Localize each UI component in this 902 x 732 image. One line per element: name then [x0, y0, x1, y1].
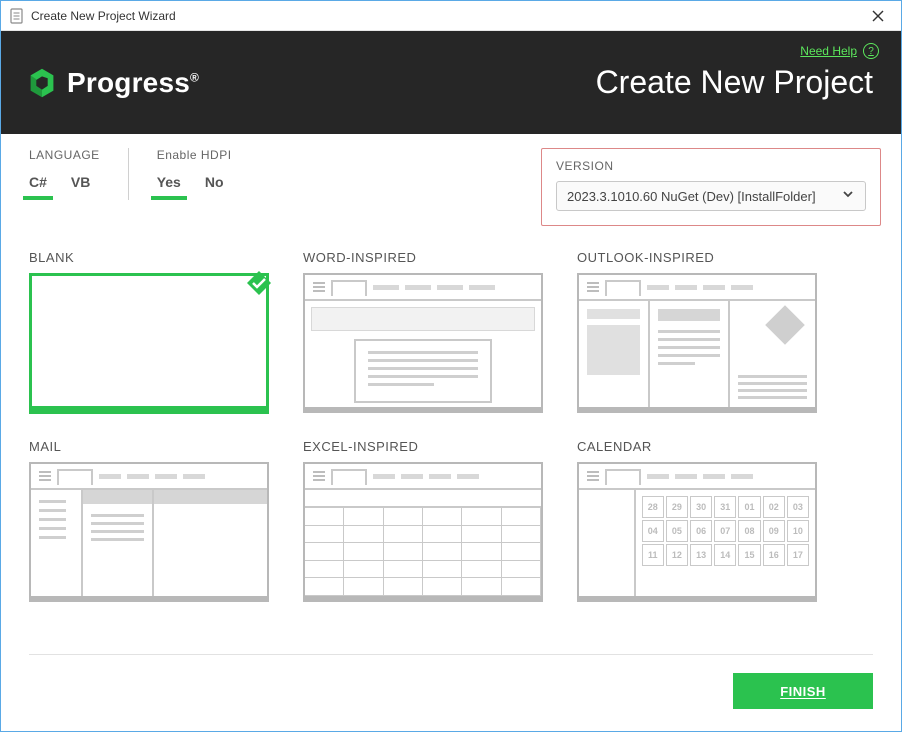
hdpi-choice-yes[interactable]: Yes	[157, 174, 181, 196]
calendar-day: 04	[642, 520, 664, 542]
hdpi-label: Enable HDPI	[157, 148, 232, 162]
help-icon: ?	[863, 43, 879, 59]
template-card-calendar[interactable]: 28 29 30 31 01 02 03 04 05 06 07 08 09 1…	[577, 462, 817, 598]
calendar-day: 08	[738, 520, 760, 542]
calendar-day: 15	[738, 544, 760, 566]
calendar-day: 07	[714, 520, 736, 542]
calendar-day: 13	[690, 544, 712, 566]
template-title: MAIL	[29, 439, 269, 454]
hdpi-choice-no[interactable]: No	[205, 174, 224, 196]
divider	[128, 148, 129, 200]
calendar-day: 31	[714, 496, 736, 518]
template-title: CALENDAR	[577, 439, 817, 454]
template-card-outlook[interactable]	[577, 273, 817, 409]
brand-name: Progress®	[67, 67, 199, 99]
language-choice-csharp[interactable]: C#	[29, 174, 47, 196]
version-group: VERSION 2023.3.1010.60 NuGet (Dev) [Inst…	[541, 148, 881, 226]
template-title: BLANK	[29, 250, 269, 265]
calendar-day: 29	[666, 496, 688, 518]
templates-grid: BLANK WORD-INSPIRED	[1, 220, 901, 598]
calendar-day: 01	[738, 496, 760, 518]
template-card-mail[interactable]	[29, 462, 269, 598]
finish-button[interactable]: FINISH	[733, 673, 873, 709]
app-icon	[9, 8, 25, 24]
divider	[29, 654, 873, 655]
language-label: LANGUAGE	[29, 148, 100, 162]
progress-logo-icon	[23, 64, 61, 102]
calendar-day: 02	[763, 496, 785, 518]
calendar-grid: 28 29 30 31 01 02 03 04 05 06 07 08 09 1…	[636, 490, 815, 596]
calendar-day: 17	[787, 544, 809, 566]
calendar-day: 12	[666, 544, 688, 566]
titlebar: Create New Project Wizard	[1, 1, 901, 31]
language-group: LANGUAGE C# VB	[29, 148, 100, 196]
hdpi-group: Enable HDPI Yes No	[157, 148, 232, 196]
template-mail: MAIL	[29, 439, 269, 598]
template-card-excel[interactable]	[303, 462, 543, 598]
header: Need Help ? Progress® Create New Project	[1, 31, 901, 134]
calendar-day: 16	[763, 544, 785, 566]
version-label: VERSION	[556, 159, 866, 173]
calendar-day: 30	[690, 496, 712, 518]
close-button[interactable]	[855, 1, 901, 31]
calendar-day: 14	[714, 544, 736, 566]
menu-icon	[587, 282, 599, 292]
calendar-day: 09	[763, 520, 785, 542]
close-icon	[872, 10, 884, 22]
need-help-label: Need Help	[800, 44, 857, 58]
calendar-day: 03	[787, 496, 809, 518]
footer: FINISH	[1, 638, 901, 731]
page-title: Create New Project	[596, 64, 873, 101]
template-card-word[interactable]	[303, 273, 543, 409]
template-card-blank[interactable]	[29, 273, 269, 409]
calendar-day: 06	[690, 520, 712, 542]
chevron-down-icon	[841, 187, 855, 206]
menu-icon	[587, 471, 599, 481]
template-calendar: CALENDAR 28 29 30 31 01 02	[577, 439, 817, 598]
options-bar: LANGUAGE C# VB Enable HDPI Yes No VERSIO…	[1, 134, 901, 220]
diamond-icon	[765, 305, 805, 345]
template-title: EXCEL-INSPIRED	[303, 439, 543, 454]
calendar-day: 28	[642, 496, 664, 518]
template-blank: BLANK	[29, 250, 269, 409]
need-help-link[interactable]: Need Help ?	[800, 43, 879, 59]
template-title: WORD-INSPIRED	[303, 250, 543, 265]
calendar-day: 10	[787, 520, 809, 542]
brand: Progress®	[23, 64, 199, 102]
menu-icon	[313, 471, 325, 481]
menu-icon	[39, 471, 51, 481]
template-outlook: OUTLOOK-INSPIRED	[577, 250, 817, 409]
calendar-day: 11	[642, 544, 664, 566]
version-dropdown[interactable]: 2023.3.1010.60 NuGet (Dev) [InstallFolde…	[556, 181, 866, 211]
calendar-day: 05	[666, 520, 688, 542]
check-icon	[246, 270, 272, 296]
version-selected: 2023.3.1010.60 NuGet (Dev) [InstallFolde…	[567, 189, 816, 204]
language-choice-vb[interactable]: VB	[71, 174, 90, 196]
dialog-window: Create New Project Wizard Need Help ? Pr…	[0, 0, 902, 732]
menu-icon	[313, 282, 325, 292]
template-word: WORD-INSPIRED	[303, 250, 543, 409]
template-excel: EXCEL-INSPIRED	[303, 439, 543, 598]
window-title: Create New Project Wizard	[31, 9, 855, 23]
template-title: OUTLOOK-INSPIRED	[577, 250, 817, 265]
